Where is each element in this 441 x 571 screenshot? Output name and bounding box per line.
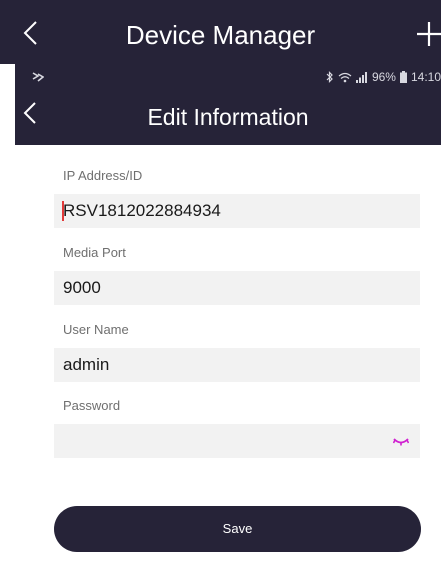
status-indicators: 96% 14:10 [326,70,441,84]
wifi-icon [338,72,352,83]
ip-address-value: RSV1812022884934 [63,201,221,220]
bluetooth-icon [326,71,333,83]
battery-percent: 96% [371,70,396,84]
phone-screen: 96% 14:10 Edit Information IP Address/ID… [15,64,441,571]
media-port-label: Media Port [63,245,126,260]
user-name-value: admin [63,355,110,374]
battery-icon [399,71,407,83]
notification-icon [32,72,44,82]
signal-icon [355,72,367,83]
outer-header: Device Manager [0,0,441,64]
inner-header: Edit Information [15,90,441,145]
save-button[interactable]: Save [54,506,421,552]
plus-icon[interactable] [415,20,441,48]
page-title: Device Manager [125,20,316,50]
status-bar: 96% 14:10 [15,64,441,90]
media-port-input[interactable]: 9000 [54,271,420,305]
text-cursor [62,201,64,221]
eye-closed-icon[interactable] [393,435,409,447]
ip-address-input[interactable]: RSV1812022884934 [54,194,420,228]
status-time: 14:10 [410,70,441,84]
password-label: Password [63,398,121,413]
password-input[interactable] [54,424,420,458]
ip-address-label: IP Address/ID [63,168,143,183]
user-name-input[interactable]: admin [54,348,420,382]
edit-information-title: Edit Information [147,104,309,130]
user-name-label: User Name [63,322,129,337]
media-port-value: 9000 [63,278,101,297]
